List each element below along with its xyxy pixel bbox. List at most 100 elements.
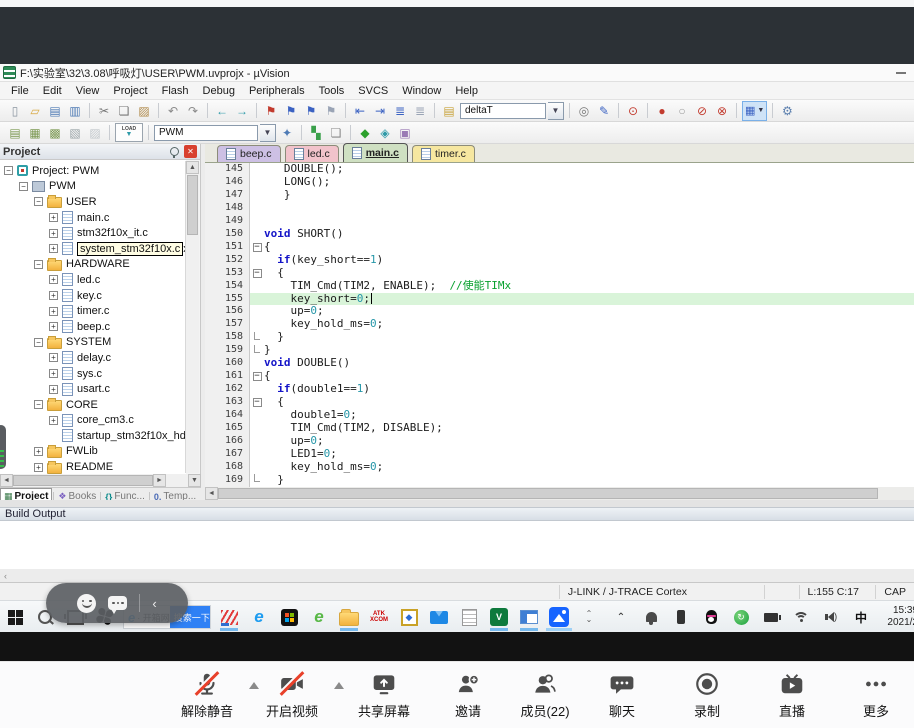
expand-toggle-icon[interactable]: + xyxy=(49,229,58,238)
start-button[interactable] xyxy=(2,603,28,631)
editor-horizontal-scrollbar[interactable]: ◄ xyxy=(205,487,914,500)
menu-view[interactable]: View xyxy=(69,85,107,97)
breakpoint-kill-all-icon[interactable]: ⊗ xyxy=(713,102,731,120)
scroll-thumb[interactable] xyxy=(218,488,878,499)
expand-toggle-icon[interactable]: + xyxy=(49,275,58,284)
bookmark-clear-icon[interactable]: ⚑ xyxy=(322,102,340,120)
rebuild-icon[interactable]: ▩ xyxy=(46,124,64,142)
new-file-icon[interactable]: ▯ xyxy=(6,102,24,120)
menu-edit[interactable]: Edit xyxy=(36,85,69,97)
record-button[interactable]: 录制 xyxy=(662,670,752,720)
unmute-button[interactable]: 解除静音 xyxy=(162,670,252,720)
manage-layers-icon[interactable]: ◈ xyxy=(376,124,394,142)
bookmark-prev-icon[interactable]: ⚑ xyxy=(282,102,300,120)
code-line-148[interactable]: 148 xyxy=(205,202,914,215)
tray-safe360-icon[interactable]: ↻ xyxy=(728,603,754,631)
save-icon[interactable]: ▤ xyxy=(46,102,64,120)
expand-toggle-icon[interactable]: + xyxy=(34,447,43,456)
copy-icon[interactable]: ❏ xyxy=(115,102,133,120)
build-output-scrollbar[interactable]: ‹ xyxy=(0,569,914,582)
minimize-button[interactable] xyxy=(896,72,906,74)
fold-collapse-icon[interactable]: − xyxy=(253,243,262,252)
chat-button[interactable]: 聊天 xyxy=(577,670,667,720)
collapse-chevron-icon[interactable]: ‹ xyxy=(152,597,156,610)
scroll-down-button[interactable]: ▼ xyxy=(188,474,201,487)
find-icon[interactable]: ⊙ xyxy=(624,102,642,120)
manage-multiproject-icon[interactable]: ▣ xyxy=(396,124,414,142)
tree-item-timer-c[interactable]: +timer.c xyxy=(0,303,186,319)
tree-item-core[interactable]: −CORE xyxy=(0,397,186,413)
editor-tab-led-c[interactable]: led.c xyxy=(285,145,339,162)
tree-item-system-stm32f10x-c[interactable]: +system_stm32f10x.c x.c xyxy=(0,241,186,257)
tree-item-pwm[interactable]: −PWM xyxy=(0,179,186,195)
build-icon[interactable]: ▦ xyxy=(26,124,44,142)
redo-icon[interactable]: ↷ xyxy=(184,102,202,120)
annotate-icon[interactable]: ✎ xyxy=(595,102,613,120)
save-all-icon[interactable]: ▥ xyxy=(66,102,84,120)
uncomment-icon[interactable]: ≣ xyxy=(411,102,429,120)
code-line-147[interactable]: 147 } xyxy=(205,189,914,202)
tray-qq-icon[interactable] xyxy=(698,603,724,631)
tray-wifi-icon[interactable] xyxy=(788,603,814,631)
cut-icon[interactable]: ✂ xyxy=(95,102,113,120)
close-panel-button[interactable]: ✕ xyxy=(184,145,197,158)
window-layout-button[interactable]: ▦▼ xyxy=(742,101,767,121)
tray-volume-icon[interactable]: ) xyxy=(818,603,844,631)
fold-collapse-icon[interactable]: − xyxy=(253,269,262,278)
tree-item-startup-stm32f10x-hd-[interactable]: startup_stm32f10x_hd. xyxy=(0,428,186,444)
manage-books-icon[interactable]: ◆ xyxy=(356,124,374,142)
open-file-icon[interactable]: ▱ xyxy=(26,102,44,120)
menu-svcs[interactable]: SVCS xyxy=(351,85,395,97)
download-flash-button[interactable]: LOAD▼ xyxy=(115,123,143,142)
fold-column[interactable]: − xyxy=(250,398,264,407)
scroll-left-button[interactable]: ◄ xyxy=(0,474,13,487)
editor-tab-main-c[interactable]: main.c xyxy=(343,143,408,162)
tray-battery-icon[interactable] xyxy=(758,603,784,631)
tree-item-led-c[interactable]: +led.c xyxy=(0,272,186,288)
scroll-left-button[interactable]: ◄ xyxy=(205,487,218,500)
taskbar-app-atk-icon[interactable]: ATKXCOM xyxy=(366,603,392,631)
fold-column[interactable]: − xyxy=(250,372,264,381)
emoji-reaction-icon[interactable] xyxy=(77,594,96,613)
tree-item-usart-c[interactable]: +usart.c xyxy=(0,381,186,397)
expand-toggle-icon[interactable]: + xyxy=(49,369,58,378)
expand-toggle-icon[interactable]: + xyxy=(49,307,58,316)
tree-item-key-c[interactable]: +key.c xyxy=(0,288,186,304)
menu-debug[interactable]: Debug xyxy=(196,85,242,97)
menu-flash[interactable]: Flash xyxy=(155,85,196,97)
code-line-168[interactable]: 168 key_hold_ms=0; xyxy=(205,461,914,474)
taskbar-app-edge-icon[interactable]: e xyxy=(246,603,272,631)
code-line-158[interactable]: 158 } xyxy=(205,331,914,344)
code-line-157[interactable]: 157 key_hold_ms=0; xyxy=(205,318,914,331)
scroll-up-button[interactable]: ▲ xyxy=(186,161,199,174)
editor-tab-timer-c[interactable]: timer.c xyxy=(412,145,475,162)
expand-toggle-icon[interactable]: + xyxy=(49,385,58,394)
menu-file[interactable]: File xyxy=(4,85,36,97)
tree-item-readme[interactable]: +README xyxy=(0,459,186,474)
fold-column[interactable] xyxy=(250,345,264,357)
expand-toggle-icon[interactable]: − xyxy=(34,338,43,347)
taskbar-app-store-icon[interactable] xyxy=(276,603,302,631)
expand-toggle-icon[interactable]: − xyxy=(4,166,13,175)
taskbar-app-mail-icon[interactable] xyxy=(426,603,452,631)
target-combobox[interactable]: PWM xyxy=(154,125,258,141)
taskbar-app-eagle-icon[interactable]: ◆ xyxy=(396,603,422,631)
menu-project[interactable]: Project xyxy=(106,85,154,97)
tree-item-system[interactable]: −SYSTEM xyxy=(0,335,186,351)
scroll-thumb[interactable] xyxy=(13,475,153,486)
tray-chevron-icon[interactable]: ⌃ xyxy=(608,603,634,631)
quick-chat-icon[interactable] xyxy=(108,596,127,610)
menu-peripherals[interactable]: Peripherals xyxy=(242,85,312,97)
expand-toggle-icon[interactable]: − xyxy=(19,182,28,191)
expand-toggle-icon[interactable]: − xyxy=(34,260,43,269)
pin-icon[interactable] xyxy=(170,147,179,156)
expand-toggle-icon[interactable]: + xyxy=(34,463,43,472)
expand-toggle-icon[interactable]: − xyxy=(34,197,43,206)
tray-clock[interactable]: 15:392021/2 xyxy=(876,605,914,629)
tree-item-user[interactable]: −USER xyxy=(0,194,186,210)
paste-icon[interactable]: ▨ xyxy=(135,102,153,120)
search-combobox[interactable]: deltaT xyxy=(460,103,546,119)
menu-help[interactable]: Help xyxy=(448,85,485,97)
indent-left-icon[interactable]: ⇤ xyxy=(351,102,369,120)
editor-tab-beep-c[interactable]: beep.c xyxy=(217,145,281,162)
